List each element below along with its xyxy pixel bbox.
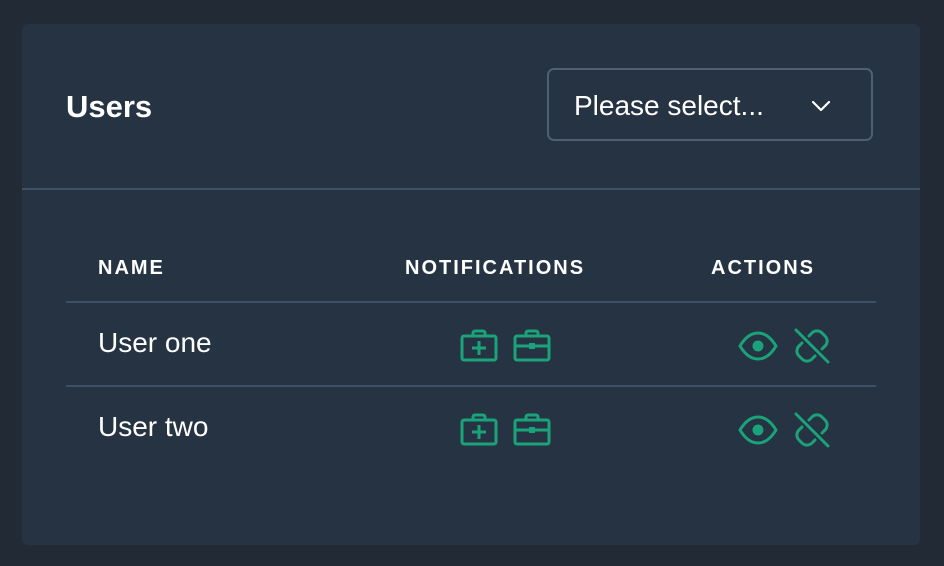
user-select-dropdown[interactable]: Please select...	[547, 68, 873, 141]
column-header-notifications: NOTIFICATIONS	[405, 257, 586, 279]
briefcase-icon[interactable]	[512, 410, 552, 450]
eye-icon[interactable]	[738, 326, 778, 366]
unlink-icon[interactable]	[792, 326, 832, 366]
column-header-name: NAME	[98, 257, 165, 279]
table-row: User one	[66, 303, 876, 387]
briefcase-icon[interactable]	[512, 326, 552, 366]
user-name: User two	[98, 411, 209, 442]
medical-kit-icon[interactable]	[459, 410, 499, 450]
table-row: User two	[66, 387, 876, 471]
chevron-down-icon	[809, 94, 833, 118]
card-header: Users Please select...	[22, 24, 920, 190]
unlink-icon[interactable]	[792, 410, 832, 450]
eye-icon[interactable]	[738, 410, 778, 450]
medical-kit-icon[interactable]	[459, 326, 499, 366]
users-card: Users Please select... NAME NOTIFICATION…	[22, 24, 920, 545]
select-placeholder: Please select...	[574, 90, 764, 121]
user-name: User one	[98, 327, 212, 358]
column-header-actions: ACTIONS	[711, 257, 815, 279]
page-title: Users	[66, 89, 153, 124]
